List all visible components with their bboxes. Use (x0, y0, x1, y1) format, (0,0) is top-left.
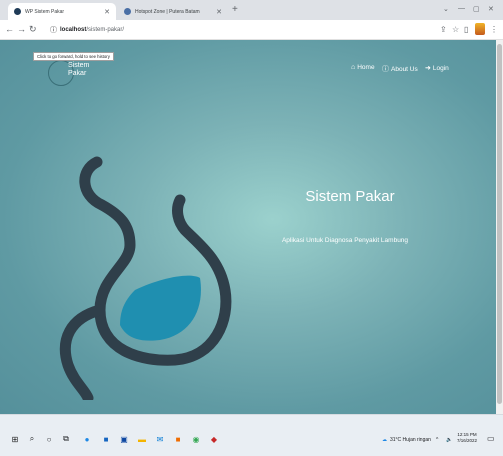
brand-line1: Sistem (68, 62, 90, 69)
app-icon[interactable]: ■ (101, 434, 111, 444)
clock[interactable]: 12:15 PM 7/16/2022 (457, 432, 477, 444)
hero-title: Sistem Pakar (305, 188, 395, 205)
app-orange-icon[interactable]: ■ (173, 434, 183, 444)
site-info-icon[interactable]: ⓘ (50, 25, 57, 35)
tab-favicon (124, 8, 131, 15)
clock-date: 7/16/2022 (457, 438, 478, 443)
edge-browser-icon[interactable]: ● (82, 434, 92, 444)
brand-text: Sistem Pakar (68, 62, 89, 78)
nav-home[interactable]: ⌂ Home (351, 64, 375, 71)
weather-text[interactable]: 31°C Hujan ringan (390, 437, 431, 443)
new-tab-button[interactable]: + (232, 4, 238, 16)
stomach-fill (120, 275, 201, 341)
stomach-illustration (59, 156, 232, 400)
stomach-tail (59, 304, 106, 400)
home-icon: ⌂ (351, 64, 356, 71)
close-tab-icon[interactable]: ✕ (216, 8, 222, 16)
nav-login-label: Login (432, 64, 449, 72)
volume-icon[interactable]: 🔈 (446, 437, 452, 443)
login-icon: ➜ (425, 65, 431, 72)
close-window-icon[interactable]: ✕ (488, 5, 494, 13)
address-bar[interactable]: ⓘ localhost /sistem-pakar/ (50, 23, 430, 37)
notification-icon[interactable]: ▭ (487, 434, 495, 443)
nav-about-us[interactable]: ⓘ About Us (382, 64, 418, 74)
forward-tooltip: Click to go forward, hold to see history (33, 52, 114, 61)
tab-title: WP Sistem Pakar (25, 8, 65, 15)
tab-sistem-pakar[interactable]: WP Sistem Pakar ✕ (8, 3, 116, 20)
menu-icon[interactable]: ⋮ (490, 25, 498, 35)
bookmark-star-icon[interactable]: ☆ (452, 25, 459, 35)
search-icon[interactable]: ⌕ (27, 434, 37, 444)
weather-icon[interactable]: ☁ (382, 437, 387, 443)
windows-taskbar: ⊞ ⌕ ○ ⧉ ● ■ ▣ ▬ ✉ ■ ◉ ◆ ☁ 31°C Hujan rin… (0, 414, 503, 456)
sidebar-icon[interactable]: ▯ (464, 25, 468, 35)
windows-start-icon[interactable]: ⊞ (10, 434, 20, 444)
nav-about-label: About Us (391, 65, 418, 73)
reload-icon[interactable]: ↻ (29, 24, 37, 35)
app-red-icon[interactable]: ◆ (209, 434, 219, 444)
mail-icon[interactable]: ✉ (155, 434, 165, 444)
tab-hotspot-zone[interactable]: Hotspot Zone | Putera Batam ✕ (118, 3, 228, 20)
close-tab-icon[interactable]: ✕ (104, 8, 110, 16)
url-path: /sistem-pakar/ (86, 27, 125, 33)
browser-tab-strip: WP Sistem Pakar ✕ Hotspot Zone | Putera … (0, 0, 503, 20)
chevron-up-icon[interactable]: ^ (436, 437, 438, 443)
file-explorer-icon[interactable]: ▬ (137, 434, 147, 444)
forward-icon[interactable]: → (17, 24, 26, 35)
brand-line2: Pakar (68, 70, 87, 77)
share-icon[interactable]: ⇪ (440, 25, 447, 35)
maximize-icon[interactable]: ▢ (473, 5, 480, 13)
minimize-icon[interactable]: — (458, 5, 465, 12)
back-icon[interactable]: ← (5, 24, 14, 35)
hero-subtitle: Aplikasi Untuk Diagnosa Penyakit Lambung (281, 237, 409, 244)
task-view-icon[interactable]: ○ (44, 434, 54, 444)
tab-title: Hotspot Zone | Putera Batam (135, 8, 200, 15)
store-icon[interactable]: ▣ (119, 434, 129, 444)
nav-login[interactable]: ➜ Login (425, 64, 449, 73)
nav-home-label: Home (357, 64, 375, 71)
url-host: localhost (60, 27, 87, 33)
browser-toolbar: ← → ↻ ⓘ localhost /sistem-pakar/ ⇪ ☆ ▯ ⋮ (0, 20, 503, 40)
tab-favicon (14, 8, 21, 15)
widgets-icon[interactable]: ⧉ (61, 434, 71, 444)
extension-icon[interactable] (475, 23, 485, 35)
scrollbar-thumb[interactable] (497, 44, 502, 404)
info-icon: ⓘ (382, 66, 389, 73)
brand-logo-link[interactable]: Sistem Pakar (48, 60, 108, 88)
chevron-down-icon[interactable]: ⌄ (443, 5, 449, 13)
chrome-icon[interactable]: ◉ (191, 434, 201, 444)
